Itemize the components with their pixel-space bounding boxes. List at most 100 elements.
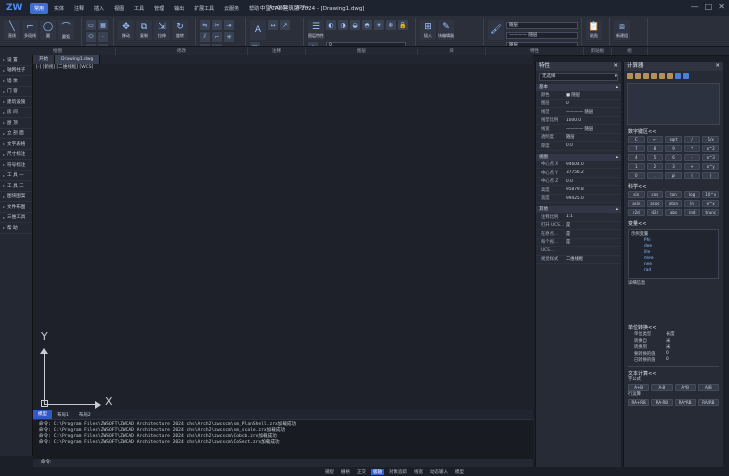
property-value[interactable]: 94604.0 bbox=[564, 162, 621, 167]
ellipse-icon[interactable]: ⬭ bbox=[86, 32, 96, 42]
calc-key[interactable]: / bbox=[683, 136, 701, 143]
hatch-icon[interactable]: ▦ bbox=[98, 20, 108, 30]
calc-key[interactable]: 7 bbox=[628, 145, 645, 152]
calc-key[interactable]: e^x bbox=[702, 200, 719, 207]
calc-key[interactable]: 5 bbox=[646, 154, 664, 161]
menu-tab[interactable]: 实体 bbox=[50, 3, 68, 14]
panel-label-properties[interactable]: 特性 bbox=[486, 47, 584, 55]
layer-icon-3[interactable]: ◒ bbox=[350, 20, 360, 30]
calc-key[interactable]: asin bbox=[628, 200, 645, 207]
sidebar-item[interactable]: ▸ 符号标注 bbox=[0, 160, 32, 171]
property-value[interactable]: 是 bbox=[564, 231, 621, 237]
text-calc-title[interactable]: 文本计算<< bbox=[624, 370, 723, 377]
stretch-button[interactable]: ⇲ 拉伸 bbox=[154, 20, 170, 40]
calc-key[interactable]: acos bbox=[646, 200, 664, 207]
property-value[interactable]: 95879.8 bbox=[564, 187, 621, 192]
calc-key[interactable]: x^2 bbox=[702, 145, 719, 152]
tab-model[interactable]: 模型 bbox=[33, 410, 52, 419]
calc-key[interactable]: RA/RB bbox=[697, 398, 719, 406]
menu-tab[interactable]: 工具 bbox=[130, 3, 148, 14]
calc-key[interactable]: + bbox=[683, 163, 701, 170]
sidebar-item[interactable]: ▸ 图块图案 bbox=[0, 192, 32, 202]
scientific-section-title[interactable]: 科学<< bbox=[624, 183, 723, 190]
sidebar-item[interactable]: ▸ 墙 体 bbox=[0, 76, 32, 87]
panel-label-modify[interactable]: 修改 bbox=[116, 47, 248, 55]
property-row[interactable]: 宽度 99425.0 bbox=[536, 195, 621, 203]
drawing-canvas[interactable] bbox=[33, 64, 533, 410]
sidebar-item[interactable]: ▸ 三维工具 bbox=[0, 213, 32, 223]
property-value[interactable]: 0 bbox=[564, 101, 621, 106]
dimension-icon[interactable]: ↔ bbox=[268, 20, 278, 30]
property-row[interactable]: 注释比例 1:1 bbox=[536, 213, 621, 222]
menu-tab[interactable]: 注释 bbox=[70, 3, 88, 14]
status-toggle[interactable]: 栅格 bbox=[339, 469, 352, 475]
color-dropdown[interactable]: 随层 bbox=[506, 22, 578, 29]
calc-key[interactable]: - bbox=[683, 154, 701, 161]
maximize-icon[interactable]: □ bbox=[705, 2, 713, 11]
status-toggle[interactable]: 正交 bbox=[355, 469, 368, 475]
property-row[interactable]: 透明度 随层 bbox=[536, 134, 621, 142]
panel-label-block[interactable]: 块 bbox=[418, 47, 486, 55]
sidebar-item[interactable]: ▸ 轴网柱子 bbox=[0, 66, 32, 76]
calc-key[interactable]: cos bbox=[646, 191, 664, 198]
selection-dropdown[interactable]: 无选择 ▾ bbox=[539, 73, 618, 81]
property-value[interactable]: 1:1 bbox=[564, 214, 621, 219]
calc-key[interactable]: A-B bbox=[651, 383, 673, 391]
status-toggle[interactable]: 动态输入 bbox=[428, 469, 450, 475]
panel-label-clipboard[interactable]: 剪贴板 bbox=[584, 47, 612, 55]
circle-button[interactable]: ◯ 圆 bbox=[40, 20, 56, 40]
sidebar-item[interactable]: ▸ 屋 顶 bbox=[0, 118, 32, 129]
block-editor-button[interactable]: ✎ 块编辑器 bbox=[438, 20, 454, 40]
rectangle-icon[interactable]: ▭ bbox=[86, 20, 96, 30]
calc-key[interactable]: 3 bbox=[665, 163, 682, 170]
menu-tab[interactable]: 管理 bbox=[150, 3, 168, 14]
move-button[interactable]: ✥ 移动 bbox=[118, 20, 134, 40]
rotate-button[interactable]: ↻ 旋转 bbox=[172, 20, 188, 40]
layer-icon-4[interactable]: ◓ bbox=[362, 20, 372, 30]
new-group-button[interactable]: ⧈ 新建组 bbox=[614, 20, 630, 40]
calc-key[interactable]: atan bbox=[665, 200, 682, 207]
calc-key[interactable]: 4 bbox=[628, 154, 645, 161]
layer-icon-2[interactable]: ◑ bbox=[338, 20, 348, 30]
property-row[interactable]: 中心点 Z 0.0 bbox=[536, 178, 621, 186]
sidebar-item[interactable]: ▸ 门 窗 bbox=[0, 87, 32, 97]
tab-drawing1[interactable]: Drawing1.dwg bbox=[55, 55, 101, 64]
panel-label-draw[interactable]: 绘图 bbox=[0, 47, 116, 55]
property-value[interactable]: 随层 bbox=[564, 134, 621, 140]
paste-button[interactable]: 📋 粘贴 bbox=[586, 20, 602, 40]
point-icon[interactable] bbox=[643, 73, 649, 79]
calc-key[interactable]: RA-RB bbox=[651, 398, 673, 406]
menu-tab[interactable]: 插入 bbox=[90, 3, 108, 14]
property-row[interactable]: 打开 UCS... 是 bbox=[536, 222, 621, 230]
paste-icon[interactable] bbox=[675, 73, 681, 79]
close-icon[interactable]: ✕ bbox=[715, 62, 720, 71]
panel-label-group[interactable]: 组 bbox=[612, 47, 648, 55]
trim-icon[interactable]: ✂ bbox=[212, 20, 222, 30]
menu-tab[interactable]: 常用 bbox=[30, 2, 49, 14]
keypad-section-title[interactable]: 数字键区<< bbox=[624, 128, 723, 135]
unit-value[interactable]: 0 bbox=[666, 357, 723, 364]
property-row[interactable]: 高度 95879.8 bbox=[536, 186, 621, 195]
text-button[interactable]: A bbox=[250, 20, 266, 40]
calc-key[interactable]: d2r bbox=[646, 209, 664, 216]
section-misc[interactable]: 其他 ▴ bbox=[536, 206, 621, 213]
calc-key[interactable]: 8 bbox=[646, 145, 664, 152]
panel-label-annotate[interactable]: 注释 bbox=[248, 47, 306, 55]
property-row[interactable]: 厚度 0.0 bbox=[536, 142, 621, 151]
sidebar-item[interactable]: ▸ 设 置 bbox=[0, 55, 32, 66]
sidebar-item[interactable]: ▸ 工 具 一 bbox=[0, 171, 32, 181]
line-button[interactable]: ╲ 直线 bbox=[4, 20, 20, 40]
section-general[interactable]: 基本 ▴ bbox=[536, 84, 621, 91]
match-properties-button[interactable]: 🖌 bbox=[488, 20, 504, 40]
property-row[interactable]: 颜色 ■ 随层 bbox=[536, 91, 621, 100]
calc-key[interactable]: 9 bbox=[665, 145, 682, 152]
linetype-dropdown[interactable]: ———— 随层 bbox=[506, 32, 578, 39]
tab-layout2[interactable]: 布局2 bbox=[74, 412, 96, 418]
layer-icon-7[interactable]: 🔒 bbox=[398, 20, 408, 30]
property-value[interactable]: ———— 随层 bbox=[564, 109, 621, 115]
menu-tab[interactable]: 视图 bbox=[110, 3, 128, 14]
help-icon[interactable] bbox=[683, 73, 689, 79]
status-toggle[interactable]: 极轴 bbox=[371, 468, 384, 475]
property-row[interactable]: 中心点 Y 37756.2 bbox=[536, 169, 621, 178]
mirror-icon[interactable]: ⇋ bbox=[200, 20, 210, 30]
